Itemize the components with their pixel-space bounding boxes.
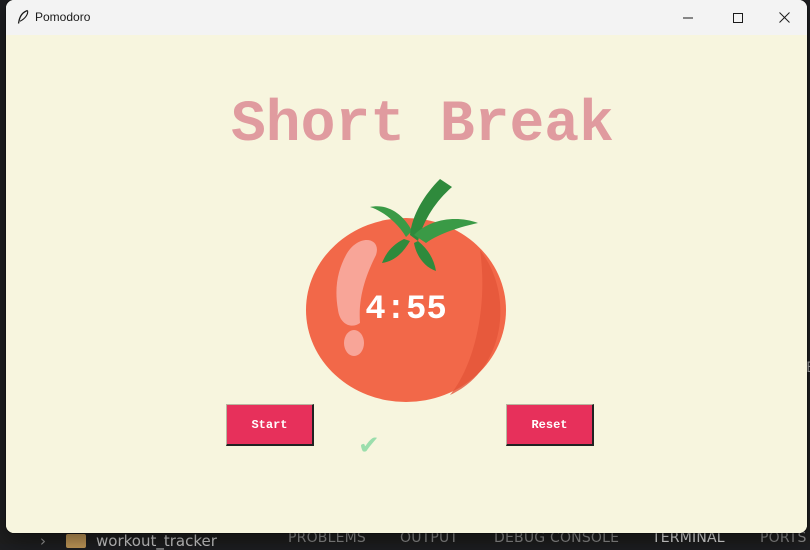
title-bar[interactable]: Pomodoro bbox=[6, 0, 807, 35]
tomato-icon bbox=[306, 179, 506, 402]
close-button[interactable] bbox=[761, 0, 807, 35]
phase-heading: Short Break bbox=[231, 93, 614, 158]
session-checkmarks: ✔ bbox=[358, 431, 380, 461]
app-canvas: Short Break 4:55 Start Reset ✔ bbox=[6, 35, 807, 533]
folder-label[interactable]: workout_tracker bbox=[96, 532, 217, 550]
minimize-button[interactable] bbox=[665, 0, 711, 35]
start-button[interactable]: Start bbox=[226, 404, 314, 446]
maximize-button[interactable] bbox=[715, 0, 761, 35]
countdown-timer: 4:55 bbox=[365, 291, 447, 329]
folder-icon bbox=[66, 534, 86, 548]
maximize-icon bbox=[733, 12, 743, 23]
minimize-icon bbox=[683, 17, 693, 18]
reset-button[interactable]: Reset bbox=[506, 404, 594, 446]
chevron-right-icon[interactable]: › bbox=[40, 532, 46, 550]
close-icon bbox=[778, 12, 790, 23]
feather-icon bbox=[17, 9, 29, 24]
pomodoro-window: Pomodoro Short Break 4:55 Start Reset ✔ bbox=[6, 0, 807, 533]
window-title: Pomodoro bbox=[35, 10, 91, 24]
